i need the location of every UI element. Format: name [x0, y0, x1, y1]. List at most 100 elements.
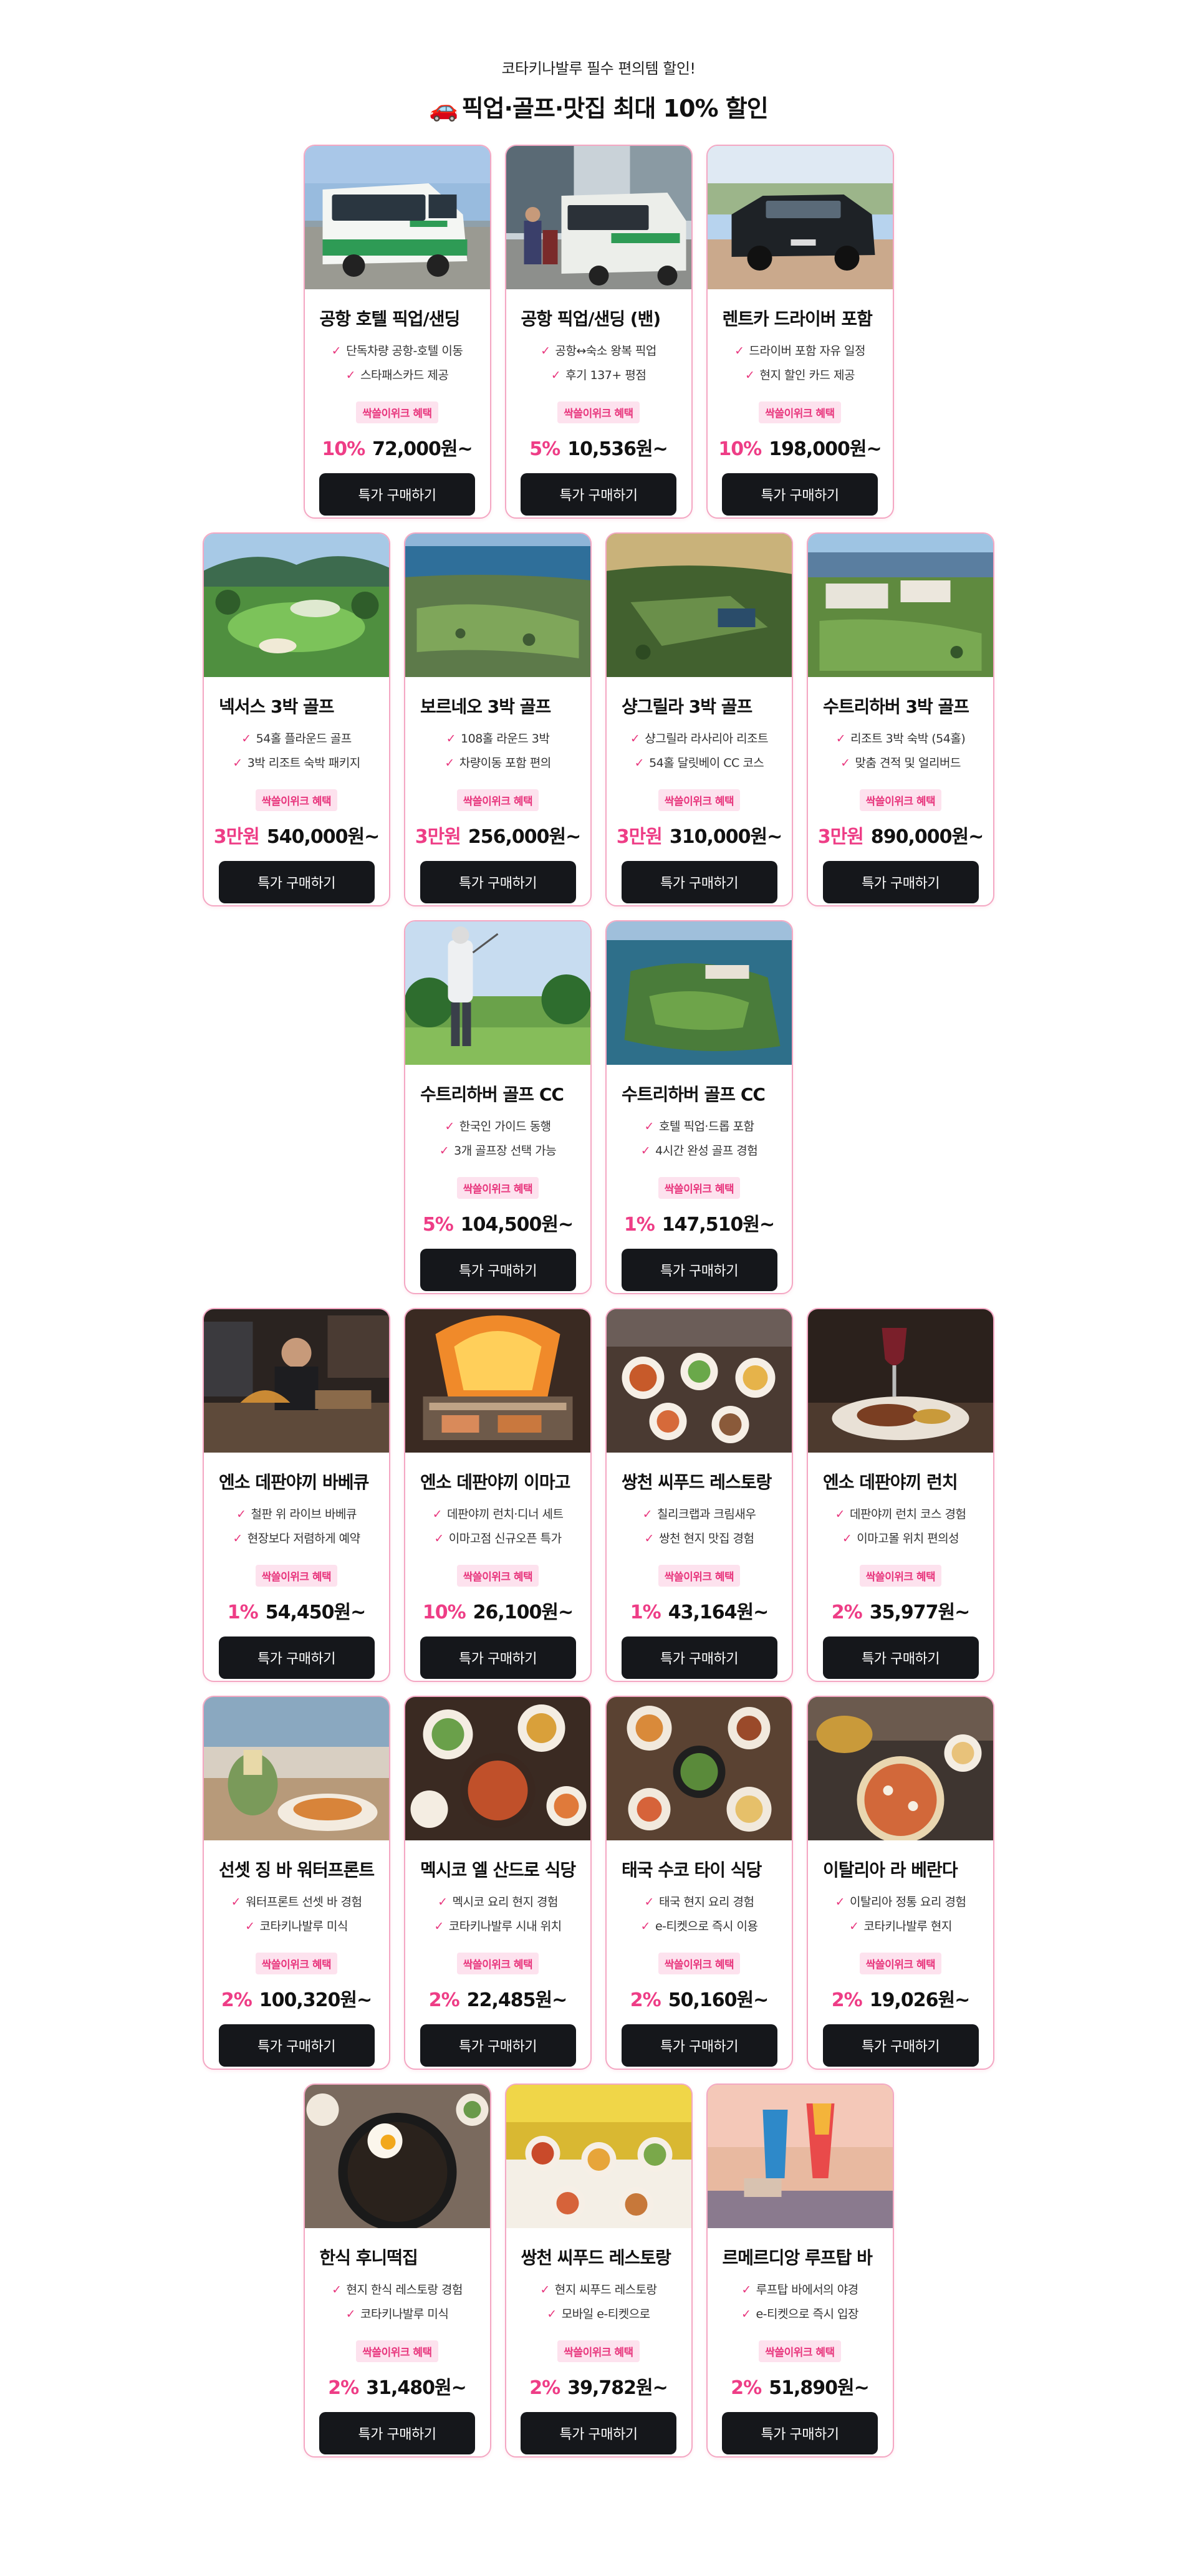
- product-card[interactable]: 르메르디앙 루프탑 바 ✓ 루프탑 바에서의 야경 ✓ e-티켓으로 즉시 입장 싹…: [706, 2083, 894, 2458]
- promo-badge: 싹쓸이위크 혜택: [356, 2340, 438, 2362]
- feature-list: ✓ 한국인 가이드 동행 ✓ 3개 골프장 선택 가능: [440, 1117, 557, 1158]
- photo-illustration: [607, 534, 792, 677]
- product-card[interactable]: 렌트카 드라이버 포함 ✓ 드라이버 포함 자유 일정 ✓ 현지 할인 카드 제공 …: [706, 145, 894, 519]
- product-card[interactable]: 샹그릴라 3박 골프 ✓ 샹그릴라 라사리아 리조트 ✓ 54홀 달릿베이 CC 코…: [605, 532, 793, 906]
- feature-text: 샹그릴라 라사리아 리조트: [645, 732, 769, 746]
- buy-button[interactable]: 특가 구매하기: [621, 1636, 777, 1679]
- feature-list: ✓ 공항↔숙소 왕복 픽업 ✓ 후기 137+ 평점: [541, 342, 656, 383]
- product-card[interactable]: 수트리하버 골프 CC ✓ 한국인 가이드 동행 ✓ 3개 골프장 선택 가능 싹쓸…: [404, 920, 592, 1294]
- product-card[interactable]: 멕시코 엘 산드로 식당 ✓ 멕시코 요리 현지 경험 ✓ 코타키나발루 시내 위치…: [404, 1696, 592, 2070]
- buy-button[interactable]: 특가 구매하기: [621, 861, 777, 903]
- product-card[interactable]: 공항 픽업/샌딩 (밴) ✓ 공항↔숙소 왕복 픽업 ✓ 후기 137+ 평점 싹쓸…: [504, 145, 693, 519]
- feature-item: ✓ 코타키나발루 미식: [245, 1917, 348, 1934]
- product-card[interactable]: 태국 수코 타이 식당 ✓ 태국 현지 요리 경험 ✓ e-티켓으로 즉시 이용 싹…: [605, 1696, 793, 2070]
- buy-button[interactable]: 특가 구매하기: [521, 2412, 676, 2454]
- feature-text: 단독차량 공항-호텔 이동: [346, 344, 463, 358]
- promo-badge: 싹쓸이위크 혜택: [456, 789, 539, 811]
- product-card[interactable]: 선셋 징 바 워터프론트 ✓ 워터프론트 선셋 바 경험 ✓ 코타키나발루 미식 싹…: [203, 1696, 390, 2070]
- check-icon: ✓: [842, 1532, 852, 1545]
- buy-button[interactable]: 특가 구매하기: [822, 861, 979, 903]
- discount-rate: 2%: [328, 2377, 359, 2399]
- product-card[interactable]: 엔소 데판야끼 런치 ✓ 데판야끼 런치 코스 경험 ✓ 이마고몰 위치 편의성 싹…: [807, 1308, 994, 1682]
- discount-rate: 2%: [529, 2377, 560, 2399]
- feature-item: ✓ 이마고몰 위치 편의성: [842, 1529, 959, 1546]
- product-photo: [607, 534, 792, 677]
- buy-button[interactable]: 특가 구매하기: [722, 2412, 878, 2454]
- feature-item: ✓ 데판야끼 런치·디너 세트: [433, 1505, 564, 1522]
- feature-item: ✓ 단독차량 공항-호텔 이동: [332, 342, 463, 358]
- photo-illustration: [707, 2085, 893, 2228]
- promo-badge: 싹쓸이위크 혜택: [859, 1953, 942, 1974]
- product-card[interactable]: 엔소 데판야끼 바베큐 ✓ 철판 위 라이브 바베큐 ✓ 현장보다 저렴하게 예약 …: [203, 1308, 390, 1682]
- product-photo: [405, 1697, 590, 1840]
- product-photo: [405, 1309, 590, 1453]
- buy-button[interactable]: 특가 구매하기: [621, 1249, 777, 1291]
- product-row: 엔소 데판야끼 바베큐 ✓ 철판 위 라이브 바베큐 ✓ 현장보다 저렴하게 예약 …: [0, 1308, 1197, 1682]
- feature-item: ✓ 리조트 3박 숙박 (54홀): [836, 729, 966, 746]
- buy-button[interactable]: 특가 구매하기: [218, 2024, 375, 2067]
- buy-button[interactable]: 특가 구매하기: [420, 1249, 576, 1291]
- price-line: 2% 35,977원~: [832, 1597, 970, 1624]
- feature-item: ✓ 쌍천 현지 맛집 경험: [645, 1529, 754, 1546]
- buy-button[interactable]: 특가 구매하기: [319, 2412, 475, 2454]
- card-body: 멕시코 엘 산드로 식당 ✓ 멕시코 요리 현지 경험 ✓ 코타키나발루 시내 위치…: [405, 1840, 590, 2067]
- feature-list: ✓ 루프탑 바에서의 야경 ✓ e-티켓으로 즉시 입장: [741, 2280, 858, 2322]
- promo-badge: 싹쓸이위크 혜택: [658, 1177, 741, 1199]
- buy-button[interactable]: 특가 구매하기: [319, 473, 475, 516]
- feature-item: ✓ 현지 할인 카드 제공: [745, 366, 855, 383]
- product-photo: [607, 921, 792, 1065]
- feature-item: ✓ 철판 위 라이브 바베큐: [236, 1505, 357, 1522]
- photo-illustration: [304, 2085, 490, 2228]
- product-title: 공항 픽업/샌딩 (밴): [521, 309, 661, 329]
- buy-button[interactable]: 특가 구매하기: [218, 861, 375, 903]
- buy-button[interactable]: 특가 구매하기: [420, 2024, 576, 2067]
- card-body: 엔소 데판야끼 이마고 ✓ 데판야끼 런치·디너 세트 ✓ 이마고점 신규오픈 특가…: [405, 1453, 590, 1679]
- feature-text: 4시간 완성 골프 경험: [655, 1144, 758, 1158]
- buy-button[interactable]: 특가 구매하기: [822, 1636, 979, 1679]
- product-card[interactable]: 공항 호텔 픽업/샌딩 ✓ 단독차량 공항-호텔 이동 ✓ 스타패스카드 제공 싹쓸…: [303, 145, 491, 519]
- feature-list: ✓ 현지 씨푸드 레스토랑 ✓ 모바일 e-티켓으로: [540, 2280, 657, 2322]
- product-row: 수트리하버 골프 CC ✓ 한국인 가이드 동행 ✓ 3개 골프장 선택 가능 싹쓸…: [0, 920, 1197, 1294]
- card-body: 보르네오 3박 골프 ✓ 108홀 라운드 3박 ✓ 차량이동 포함 편의 싹쓸이위…: [405, 677, 590, 903]
- buy-button[interactable]: 특가 구매하기: [420, 861, 576, 903]
- price-line: 10% 198,000원~: [718, 433, 882, 461]
- feature-text: e-티켓으로 즉시 이용: [655, 1920, 758, 1933]
- buy-button[interactable]: 특가 구매하기: [218, 1636, 375, 1679]
- product-card[interactable]: 넥서스 3박 골프 ✓ 54홀 플라운드 골프 ✓ 3박 리조트 숙박 패키지 싹쓸…: [203, 532, 390, 906]
- feature-text: 루프탑 바에서의 야경: [756, 2283, 858, 2297]
- photo-illustration: [808, 534, 993, 677]
- check-icon: ✓: [644, 1120, 655, 1133]
- check-icon: ✓: [644, 1532, 655, 1545]
- buy-button[interactable]: 특가 구매하기: [722, 473, 878, 516]
- product-row: 선셋 징 바 워터프론트 ✓ 워터프론트 선셋 바 경험 ✓ 코타키나발루 미식 싹…: [0, 1696, 1197, 2070]
- feature-text: 현장보다 저렴하게 예약: [247, 1532, 360, 1545]
- product-photo: [707, 2085, 893, 2228]
- product-photo: [506, 2085, 691, 2228]
- product-card[interactable]: 수트리하버 골프 CC ✓ 호텔 픽업·드롭 포함 ✓ 4시간 완성 골프 경험 싹…: [605, 920, 793, 1294]
- product-card[interactable]: 엔소 데판야끼 이마고 ✓ 데판야끼 런치·디너 세트 ✓ 이마고점 신규오픈 특가…: [404, 1308, 592, 1682]
- promo-badge: 싹쓸이위크 혜택: [255, 1953, 338, 1974]
- product-card[interactable]: 쌍천 씨푸드 레스토랑 ✓ 현지 씨푸드 레스토랑 ✓ 모바일 e-티켓으로 싹쓸이…: [504, 2083, 693, 2458]
- buy-button[interactable]: 특가 구매하기: [521, 473, 676, 516]
- photo-illustration: [204, 1697, 389, 1840]
- product-card[interactable]: 쌍천 씨푸드 레스토랑 ✓ 칠리크랩과 크림새우 ✓ 쌍천 현지 맛집 경험 싹쓸이…: [605, 1308, 793, 1682]
- feature-text: 코타키나발루 현지: [863, 1920, 953, 1933]
- price-line: 1% 43,164원~: [630, 1597, 769, 1624]
- price-line: 10% 72,000원~: [322, 433, 473, 461]
- product-card[interactable]: 한식 후니떡집 ✓ 현지 한식 레스토랑 경험 ✓ 코타키나발루 미식 싹쓸이위크 …: [303, 2083, 491, 2458]
- discount-rate: 2%: [831, 1989, 863, 2011]
- feature-list: ✓ 멕시코 요리 현지 경험 ✓ 코타키나발루 시내 위치: [434, 1893, 562, 1934]
- feature-list: ✓ 데판야끼 런치 코스 경험 ✓ 이마고몰 위치 편의성: [835, 1505, 966, 1546]
- product-card[interactable]: 수트리하버 3박 골프 ✓ 리조트 3박 숙박 (54홀) ✓ 맞춤 견적 및 얼리…: [807, 532, 994, 906]
- price-line: 1% 147,510원~: [624, 1209, 775, 1236]
- buy-button[interactable]: 특가 구매하기: [420, 1636, 576, 1679]
- photo-illustration: [607, 921, 792, 1065]
- buy-button[interactable]: 특가 구매하기: [621, 2024, 777, 2067]
- feature-item: ✓ 데판야끼 런치 코스 경험: [835, 1505, 966, 1522]
- buy-button[interactable]: 특가 구매하기: [822, 2024, 979, 2067]
- feature-text: 멕시코 요리 현지 경험: [452, 1895, 558, 1909]
- product-card[interactable]: 이탈리아 라 베란다 ✓ 이탈리아 정통 요리 경험 ✓ 코타키나발루 현지 싹쓸이…: [807, 1696, 994, 2070]
- product-card[interactable]: 보르네오 3박 골프 ✓ 108홀 라운드 3박 ✓ 차량이동 포함 편의 싹쓸이위…: [404, 532, 592, 906]
- promo-badge: 싹쓸이위크 혜택: [456, 1565, 539, 1587]
- feature-text: 차량이동 포함 편의: [459, 756, 551, 770]
